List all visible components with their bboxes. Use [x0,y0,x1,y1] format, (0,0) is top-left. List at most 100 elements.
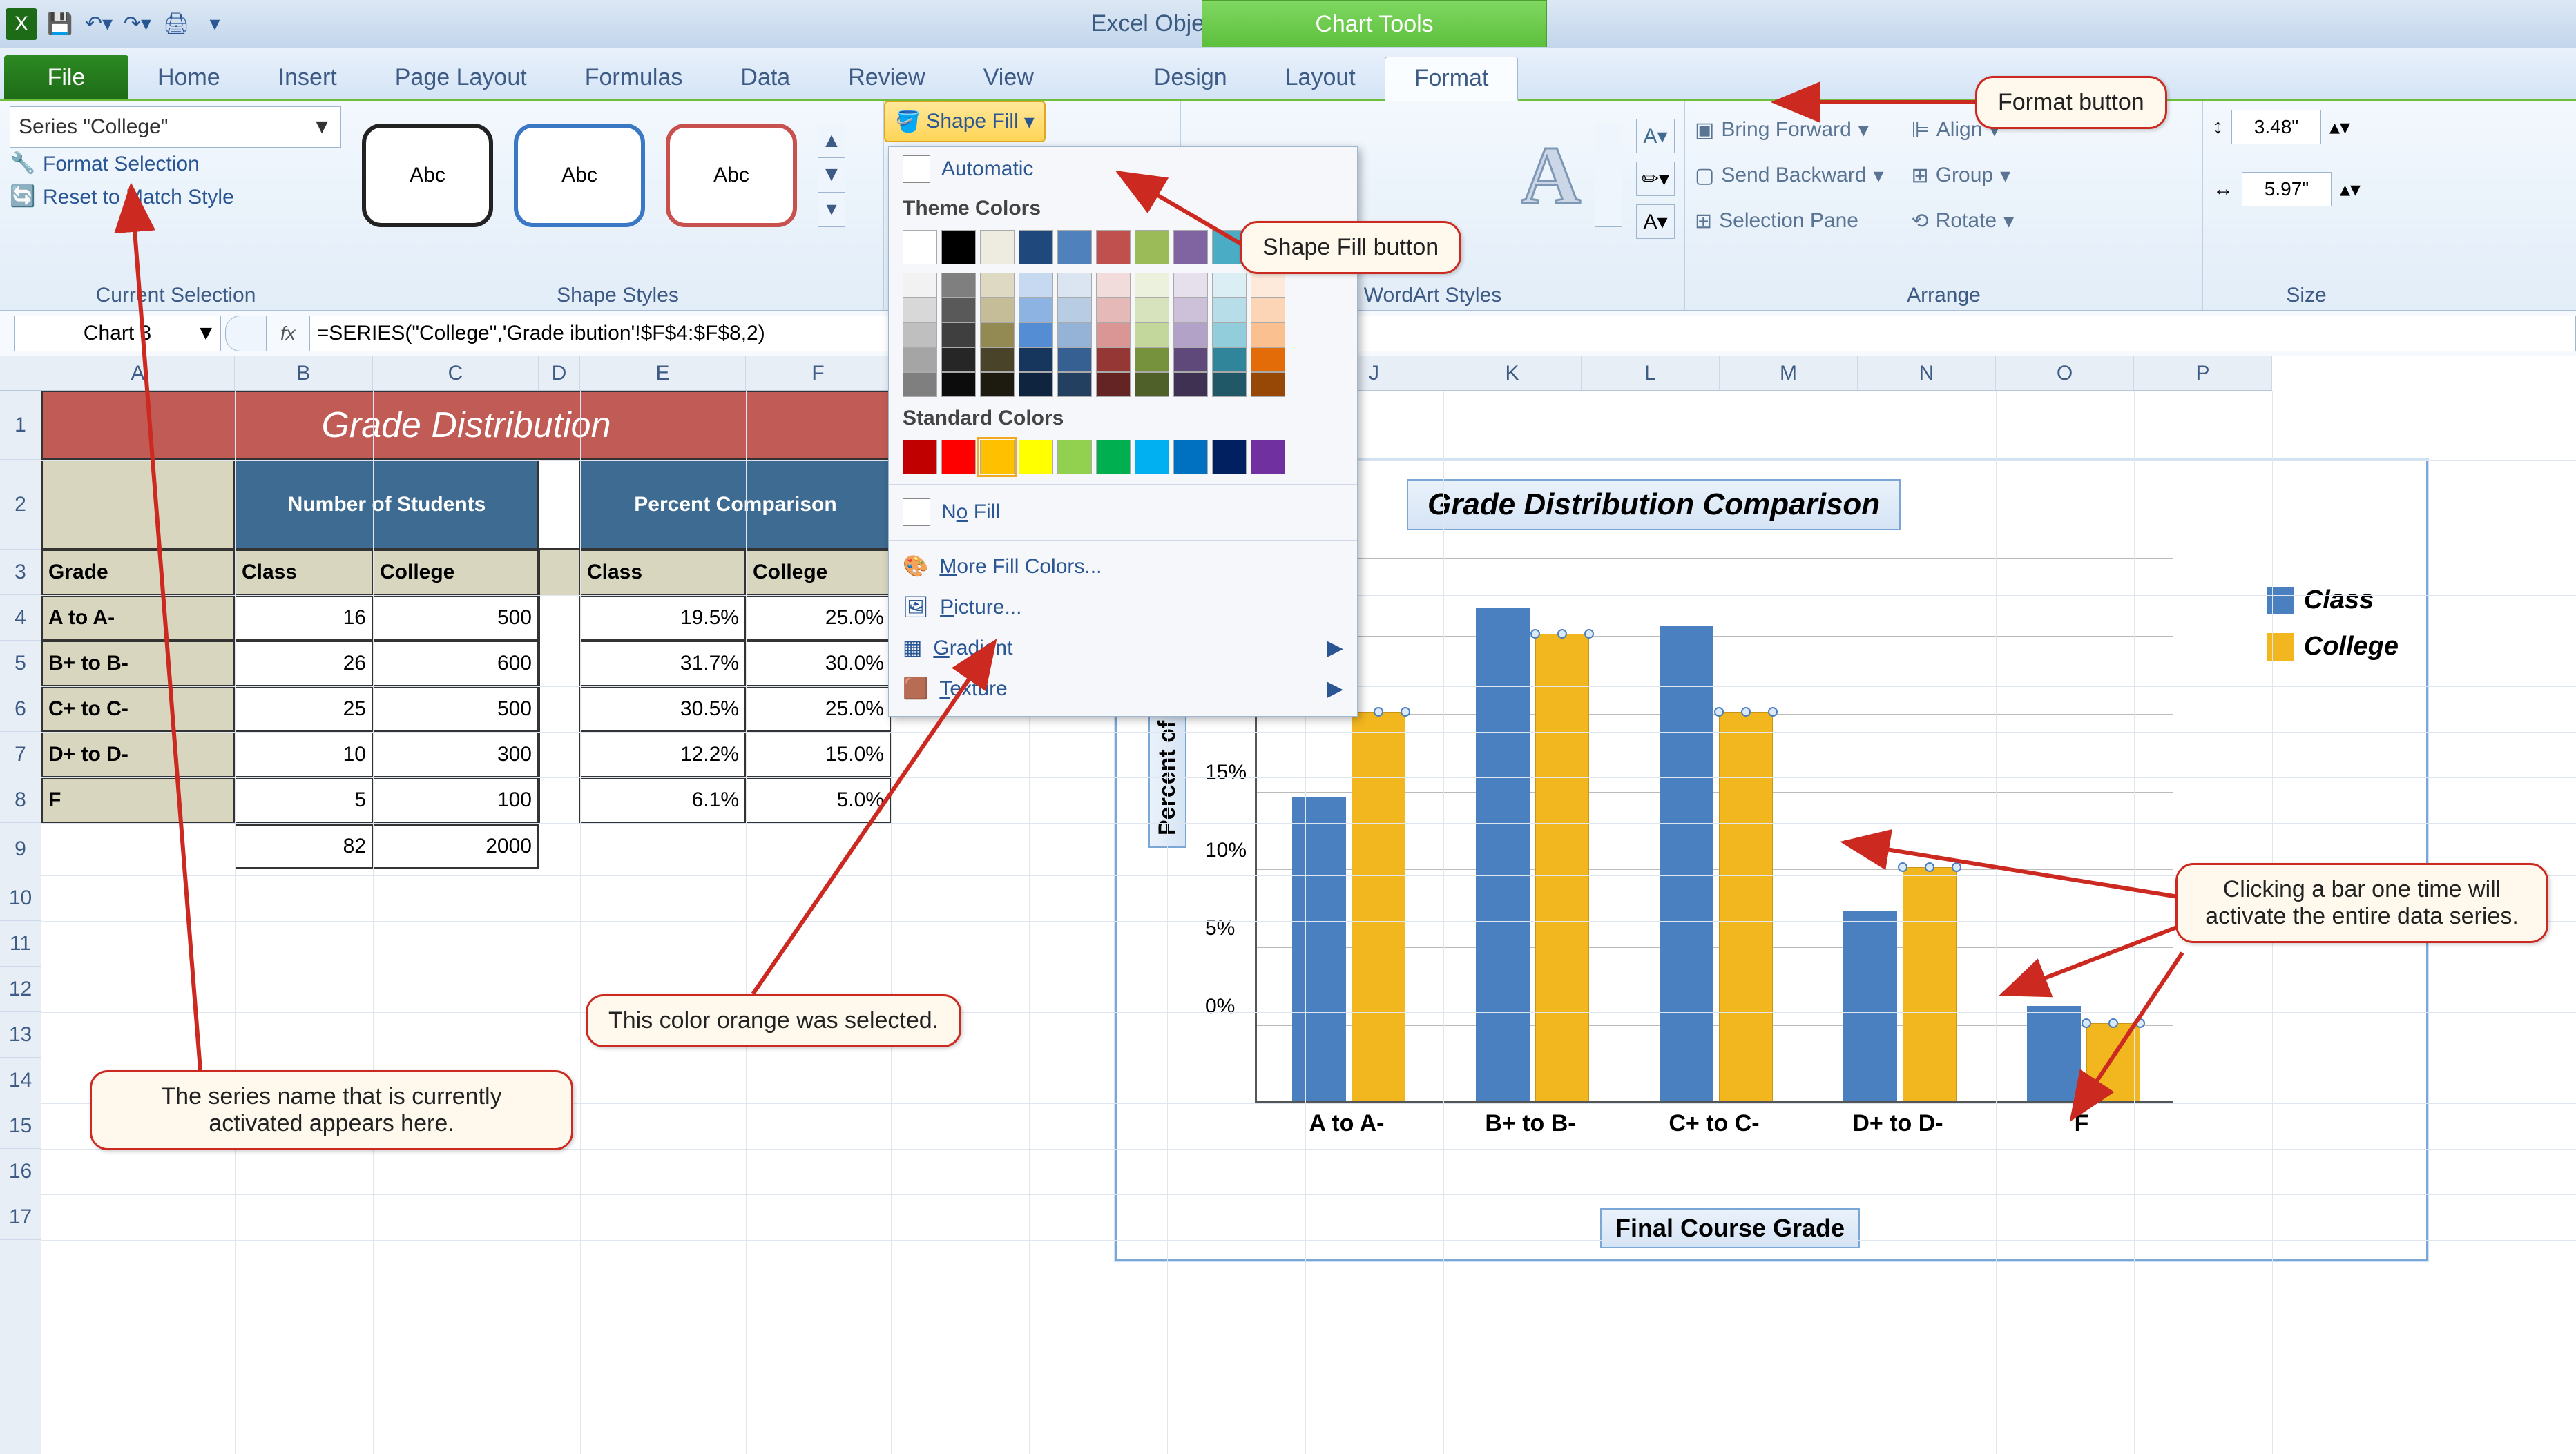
file-tab[interactable]: File [4,55,128,99]
table-cell[interactable] [539,777,580,823]
more-fill-colors-item[interactable]: 🎨 More Fill Colors... [889,546,1357,587]
row-header-2[interactable]: 2 [0,460,41,550]
width-field[interactable]: ↔ ▴▾ [2213,168,2400,210]
color-swatch[interactable] [980,298,1015,322]
table-cell[interactable]: 30.0% [746,641,891,686]
color-swatch[interactable] [903,347,937,372]
color-swatch[interactable] [1096,322,1131,347]
color-swatch[interactable] [980,347,1015,372]
color-swatch[interactable] [1251,273,1285,298]
row-header-6[interactable]: 6 [0,686,41,732]
row-header-8[interactable]: 8 [0,777,41,823]
format-selection-button[interactable]: 🔧 Format Selection [10,148,342,181]
color-swatch[interactable] [1173,440,1208,474]
reset-to-match-style-button[interactable]: 🔄 Reset to Match Style [10,181,342,214]
color-swatch[interactable] [980,273,1015,298]
selection-pane-button[interactable]: ⊞ Selection Pane [1695,202,1884,240]
texture-fill-item[interactable]: 🟫 Texture ▶ [889,668,1357,709]
chart-bar-class[interactable] [1843,911,1897,1101]
col-header-D[interactable]: D [539,356,580,390]
text-outline-button[interactable]: ✏▾ [1636,162,1675,196]
color-swatch[interactable] [980,230,1015,264]
row-header-16[interactable]: 16 [0,1149,41,1194]
table-cell[interactable]: 10 [235,732,373,777]
table-cell[interactable]: 500 [373,595,539,641]
color-swatch[interactable] [1057,230,1092,264]
color-swatch[interactable] [1019,372,1053,397]
color-swatch[interactable] [1173,273,1208,298]
row-header-10[interactable]: 10 [0,875,41,921]
color-swatch[interactable] [941,273,976,298]
color-swatch[interactable] [1135,347,1169,372]
chart-bar-college[interactable] [1903,867,1957,1101]
color-swatch[interactable] [980,440,1015,474]
shape-style-1[interactable]: Abc [362,124,493,227]
color-swatch[interactable] [1057,440,1092,474]
color-swatch[interactable] [941,230,976,264]
color-swatch[interactable] [941,372,976,397]
color-swatch[interactable] [903,372,937,397]
row-header-15[interactable]: 15 [0,1103,41,1149]
chart-element-selector[interactable]: Series "College" ▼ [10,106,341,148]
table-cell[interactable]: A to A- [41,595,235,641]
color-swatch[interactable] [1019,347,1053,372]
row-header-4[interactable]: 4 [0,595,41,641]
excel-icon[interactable]: X [6,8,37,40]
color-swatch[interactable] [1251,440,1285,474]
table-cell[interactable]: 600 [373,641,539,686]
color-swatch[interactable] [1057,372,1092,397]
undo-icon[interactable]: ↶▾ [83,8,115,40]
color-swatch[interactable] [1019,440,1053,474]
save-icon[interactable]: 💾 [44,8,76,40]
table-cell[interactable]: 5.0% [746,777,891,823]
color-swatch[interactable] [1251,347,1285,372]
table-cell[interactable] [539,595,580,641]
tab-insert[interactable]: Insert [249,55,366,99]
select-all-corner[interactable] [0,356,41,391]
table-cell[interactable]: 300 [373,732,539,777]
col-header-M[interactable]: M [1720,356,1858,390]
wordart-nav[interactable] [1595,124,1622,227]
table-cell[interactable]: 25.0% [746,595,891,641]
color-swatch[interactable] [941,298,976,322]
row-header-13[interactable]: 13 [0,1012,41,1058]
fx-label[interactable]: fx [280,322,296,345]
tab-data[interactable]: Data [711,55,819,99]
color-swatch[interactable] [1057,347,1092,372]
color-swatch[interactable] [1096,347,1131,372]
bring-forward-button[interactable]: ▣ Bring Forward ▾ [1695,110,1884,149]
table-cell[interactable]: 12.2% [580,732,746,777]
table-cell[interactable]: D+ to D- [41,732,235,777]
row-header-11[interactable]: 11 [0,921,41,967]
color-swatch[interactable] [1212,372,1247,397]
no-fill-item[interactable]: No Fill [889,490,1357,534]
col-header-P[interactable]: P [2134,356,2272,390]
tab-formulas[interactable]: Formulas [556,55,712,99]
table-title[interactable]: Grade Distribution [41,391,891,460]
col-header-K[interactable]: K [1443,356,1582,390]
color-swatch[interactable] [1173,322,1208,347]
table-cell[interactable]: 26 [235,641,373,686]
color-swatch[interactable] [1057,322,1092,347]
chart-bar-college[interactable] [2086,1023,2140,1101]
color-swatch[interactable] [903,273,937,298]
color-swatch[interactable] [1173,347,1208,372]
row-header-1[interactable]: 1 [0,391,41,460]
table-cell[interactable]: 25.0% [746,686,891,732]
color-swatch[interactable] [1173,298,1208,322]
color-swatch[interactable] [1096,230,1131,264]
shape-style-2[interactable]: Abc [514,124,645,227]
color-swatch[interactable] [941,322,976,347]
color-swatch[interactable] [1212,347,1247,372]
table-cell[interactable] [539,686,580,732]
send-backward-button[interactable]: ▢ Send Backward ▾ [1695,156,1884,195]
tab-format[interactable]: Format [1385,57,1519,101]
print-icon[interactable]: 🖨 [160,8,192,40]
color-swatch[interactable] [1135,273,1169,298]
row-header-9[interactable]: 9 [0,823,41,875]
color-swatch[interactable] [1057,298,1092,322]
chart-legend[interactable]: Class College [2267,585,2399,678]
tab-design[interactable]: Design [1125,55,1256,99]
height-input[interactable] [2231,110,2321,144]
table-cell[interactable]: 500 [373,686,539,732]
